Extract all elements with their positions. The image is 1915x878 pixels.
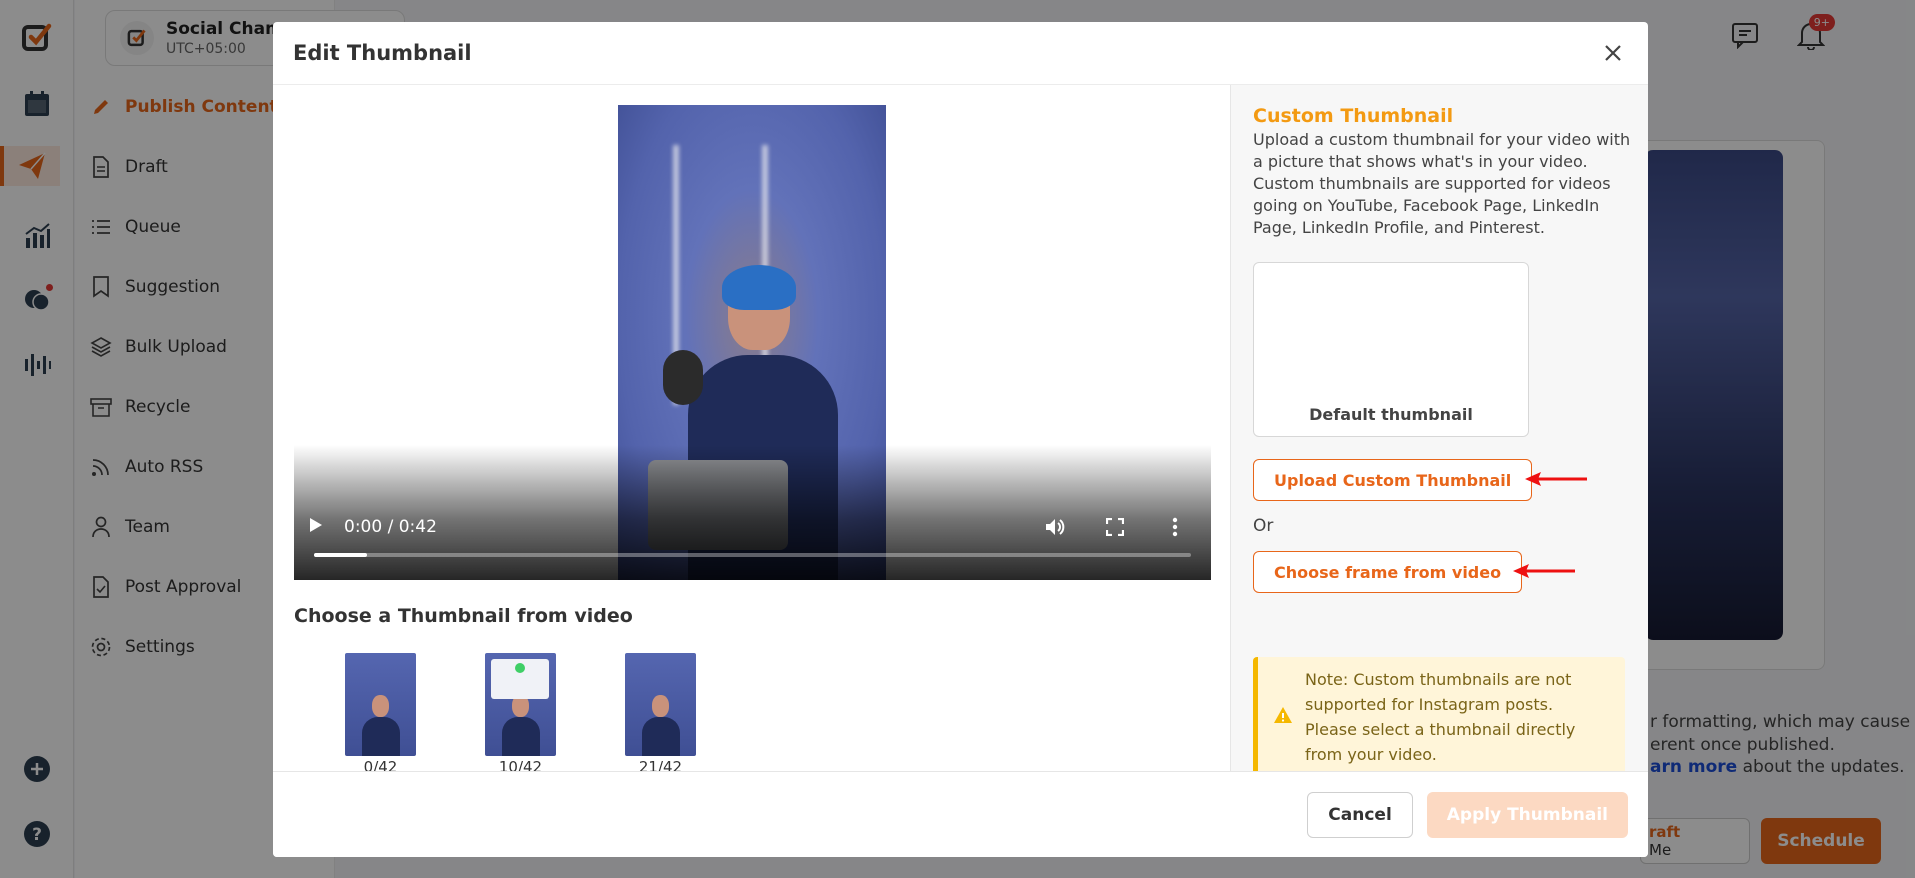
warning-icon: [1273, 706, 1293, 728]
thumbnail-image: [345, 653, 416, 756]
custom-thumbnail-pane: Custom Thumbnail Upload a custom thumbna…: [1230, 85, 1648, 777]
play-icon: [310, 518, 322, 532]
or-separator: Or: [1253, 516, 1274, 536]
upload-custom-thumbnail-button[interactable]: Upload Custom Thumbnail: [1253, 459, 1533, 501]
more-options-button[interactable]: [1153, 517, 1197, 537]
default-thumbnail-label: Default thumbnail: [1309, 405, 1473, 424]
instagram-note: Note: Custom thumbnails are not supporte…: [1253, 657, 1625, 777]
modal-header: Edit Thumbnail: [273, 22, 1648, 85]
red-arrow-icon: [1523, 469, 1589, 493]
video-pane: 0:00 / 0:42 Choose a Thumbnail from vide…: [273, 85, 1230, 776]
thumbnail-list: 0/42 10/42 21/42: [345, 653, 696, 776]
video-controls: 0:00 / 0:42: [294, 445, 1211, 580]
note-text: Note: Custom thumbnails are not supporte…: [1305, 670, 1576, 764]
red-arrow-icon: [1511, 561, 1577, 585]
choose-frame-button[interactable]: Choose frame from video: [1253, 551, 1523, 593]
modal-footer: Cancel Apply Thumbnail: [273, 771, 1648, 857]
close-icon: [1605, 45, 1621, 61]
thumbnail-option[interactable]: 10/42: [485, 653, 556, 776]
fullscreen-icon: [1106, 518, 1124, 536]
default-thumbnail-box: Default thumbnail: [1253, 262, 1529, 437]
more-vertical-icon: [1172, 517, 1178, 537]
choose-frame-row: Choose frame from video: [1253, 551, 1626, 593]
modal-title: Edit Thumbnail: [293, 41, 472, 65]
apply-thumbnail-button[interactable]: Apply Thumbnail: [1426, 791, 1628, 838]
upload-row: Upload Custom Thumbnail: [1253, 459, 1626, 501]
play-button[interactable]: [308, 516, 324, 538]
modal-body: 0:00 / 0:42 Choose a Thumbnail from vide…: [273, 85, 1648, 777]
video-progress-fill: [314, 553, 367, 557]
video-progress-bar[interactable]: [314, 553, 1191, 557]
volume-button[interactable]: [1033, 517, 1077, 537]
volume-icon: [1046, 519, 1065, 535]
thumbnail-image: [485, 653, 556, 756]
custom-thumbnail-description: Upload a custom thumbnail for your video…: [1253, 130, 1631, 237]
thumbnail-option[interactable]: 0/42: [345, 653, 416, 776]
thumbnail-image: [625, 653, 696, 756]
video-time: 0:00 / 0:42: [344, 517, 437, 537]
edit-thumbnail-modal: Edit Thumbnail 0:00 / 0:42 Choose a Thum…: [273, 22, 1648, 857]
video-player[interactable]: 0:00 / 0:42: [294, 105, 1211, 580]
cancel-button[interactable]: Cancel: [1307, 791, 1413, 838]
custom-thumbnail-title: Custom Thumbnail: [1253, 105, 1454, 127]
thumbnail-option[interactable]: 21/42: [625, 653, 696, 776]
close-button[interactable]: [1598, 38, 1628, 68]
fullscreen-button[interactable]: [1093, 518, 1137, 536]
choose-thumbnail-title: Choose a Thumbnail from video: [294, 605, 633, 627]
